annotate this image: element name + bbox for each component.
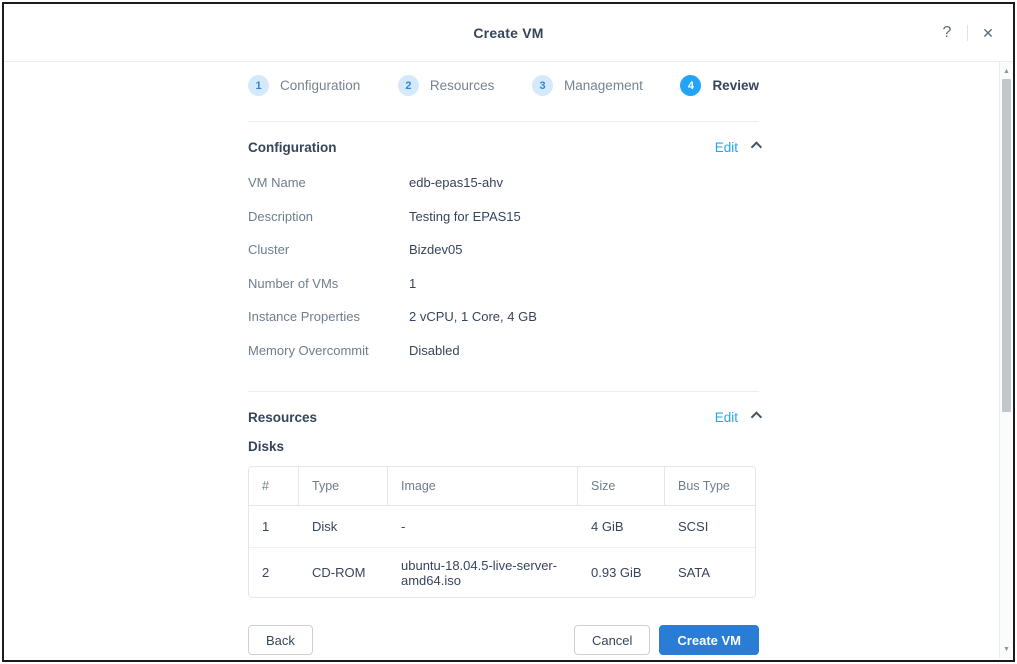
titlebar-controls: ? ✕ — [938, 4, 997, 61]
field-row-memory-overcommit: Memory Overcommit Disabled — [248, 334, 759, 368]
vertical-scrollbar[interactable]: ▲ ▼ — [999, 62, 1013, 658]
step-2-badge: 2 — [398, 75, 419, 96]
cancel-button[interactable]: Cancel — [574, 625, 650, 655]
resources-section-title: Resources — [248, 410, 317, 425]
cell-bus-type: SATA — [665, 548, 755, 597]
step-configuration[interactable]: 1 Configuration — [248, 75, 360, 96]
field-value: Disabled — [409, 343, 759, 358]
step-4-badge: 4 — [680, 75, 701, 96]
configuration-section-header: Configuration Edit — [248, 137, 759, 157]
field-value: edb-epas15-ahv — [409, 175, 759, 190]
cell-size: 0.93 GiB — [578, 548, 665, 597]
scrollbar-thumb[interactable] — [1002, 79, 1011, 412]
section-divider — [248, 391, 759, 392]
wizard-stepper: 1 Configuration 2 Resources 3 Management… — [248, 74, 759, 97]
field-value: Bizdev05 — [409, 242, 759, 257]
cell-number: 2 — [249, 548, 299, 597]
column-header-number: # — [249, 467, 299, 506]
field-row-number-of-vms: Number of VMs 1 — [248, 267, 759, 301]
dialog-body: 1 Configuration 2 Resources 3 Management… — [4, 62, 1013, 658]
scroll-up-icon[interactable]: ▲ — [1000, 63, 1013, 79]
resources-edit-link[interactable]: Edit — [715, 410, 738, 425]
field-row-vm-name: VM Name edb-epas15-ahv — [248, 166, 759, 200]
field-row-description: Description Testing for EPAS15 — [248, 200, 759, 234]
disks-subheading: Disks — [248, 439, 759, 458]
field-value: 2 vCPU, 1 Core, 4 GB — [409, 309, 759, 324]
cell-number: 1 — [249, 506, 299, 548]
section-divider — [248, 121, 759, 122]
close-icon[interactable]: ✕ — [979, 26, 997, 40]
step-3-badge: 3 — [532, 75, 553, 96]
back-button[interactable]: Back — [248, 625, 313, 655]
field-label: Description — [248, 209, 409, 224]
field-row-instance-properties: Instance Properties 2 vCPU, 1 Core, 4 GB — [248, 300, 759, 334]
configuration-section-title: Configuration — [248, 140, 336, 155]
step-2-label: Resources — [430, 78, 495, 93]
field-value: Testing for EPAS15 — [409, 209, 759, 224]
column-header-bus-type: Bus Type — [665, 467, 755, 506]
field-label: Memory Overcommit — [248, 343, 409, 358]
scroll-down-icon[interactable]: ▼ — [1000, 641, 1013, 657]
configuration-summary: VM Name edb-epas15-ahv Description Testi… — [248, 166, 759, 367]
titlebar-separator — [967, 25, 968, 41]
table-row: 2 CD-ROM ubuntu-18.04.5-live-server-amd6… — [249, 548, 755, 597]
create-vm-dialog: Create VM ? ✕ 1 Configuration 2 Resource… — [2, 2, 1015, 662]
column-header-size: Size — [578, 467, 665, 506]
column-header-type: Type — [299, 467, 388, 506]
field-label: Cluster — [248, 242, 409, 257]
table-row: 1 Disk - 4 GiB SCSI — [249, 506, 755, 548]
step-1-label: Configuration — [280, 78, 360, 93]
field-value: 1 — [409, 276, 759, 291]
step-review[interactable]: 4 Review — [680, 75, 759, 96]
cell-image: ubuntu-18.04.5-live-server-amd64.iso — [388, 548, 578, 597]
chevron-up-icon[interactable] — [751, 141, 762, 152]
chevron-up-icon[interactable] — [751, 411, 762, 422]
field-row-cluster: Cluster Bizdev05 — [248, 233, 759, 267]
cell-type: CD-ROM — [299, 548, 388, 597]
create-vm-button[interactable]: Create VM — [659, 625, 759, 655]
cell-size: 4 GiB — [578, 506, 665, 548]
step-1-badge: 1 — [248, 75, 269, 96]
configuration-edit-link[interactable]: Edit — [715, 140, 738, 155]
disks-table-header-row: # Type Image Size Bus Type — [249, 467, 755, 506]
disks-table: # Type Image Size Bus Type 1 Disk - 4 Gi… — [248, 466, 756, 598]
cell-image: - — [388, 506, 578, 548]
step-3-label: Management — [564, 78, 643, 93]
step-management[interactable]: 3 Management — [532, 75, 643, 96]
dialog-titlebar: Create VM ? ✕ — [4, 4, 1013, 62]
resources-section-header: Resources Edit — [248, 407, 759, 427]
step-4-label: Review — [712, 78, 759, 93]
field-label: Number of VMs — [248, 276, 409, 291]
field-label: VM Name — [248, 175, 409, 190]
step-resources[interactable]: 2 Resources — [398, 75, 495, 96]
dialog-title: Create VM — [473, 25, 543, 41]
cell-type: Disk — [299, 506, 388, 548]
help-icon[interactable]: ? — [938, 25, 956, 41]
cell-bus-type: SCSI — [665, 506, 755, 548]
field-label: Instance Properties — [248, 309, 409, 324]
dialog-footer: Back Cancel Create VM — [248, 625, 759, 655]
column-header-image: Image — [388, 467, 578, 506]
